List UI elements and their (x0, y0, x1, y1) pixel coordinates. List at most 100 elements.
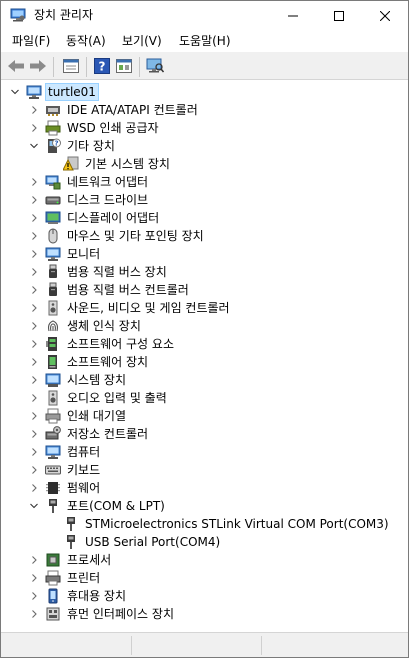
maximize-button[interactable] (316, 1, 362, 30)
tree-item-label[interactable]: 펌웨어 (67, 479, 100, 497)
properties-button[interactable] (61, 57, 81, 77)
tree-category-row[interactable]: ? 기타 장치 (1, 137, 408, 155)
expand-chevron-icon[interactable] (28, 209, 40, 227)
tree-item-label[interactable]: 모니터 (67, 245, 100, 263)
tree-item-label[interactable]: USB Serial Port(COM4) (85, 533, 220, 551)
expand-chevron-icon[interactable] (28, 605, 40, 623)
expand-chevron-icon[interactable] (28, 389, 40, 407)
expand-chevron-icon[interactable] (28, 569, 40, 587)
tree-item-label[interactable]: 프린터 (67, 569, 100, 587)
tree-item-label[interactable]: 휴대용 장치 (67, 587, 126, 605)
tree-item-label[interactable]: 시스템 장치 (67, 371, 126, 389)
tree-category-row[interactable]: 생체 인식 장치 (1, 317, 408, 335)
menu-help[interactable]: 도움말(H) (177, 32, 233, 50)
tree-item-label[interactable]: 인쇄 대기열 (67, 407, 126, 425)
tree-item-label[interactable]: 컴퓨터 (67, 443, 100, 461)
tree-category-row[interactable]: 범용 직렬 버스 컨트롤러 (1, 281, 408, 299)
tree-item-label[interactable]: 사운드, 비디오 및 게임 컨트롤러 (67, 299, 230, 317)
tree-category-row[interactable]: 휴먼 인터페이스 장치 (1, 605, 408, 623)
tree-item-label[interactable]: WSD 인쇄 공급자 (67, 119, 159, 137)
tree-category-row[interactable]: 모니터 (1, 245, 408, 263)
expand-chevron-icon[interactable] (28, 443, 40, 461)
forward-button[interactable] (28, 57, 48, 77)
tree-root-row[interactable]: turtle01 (1, 83, 408, 101)
tree-item-label[interactable]: 디스크 드라이브 (67, 191, 148, 209)
expand-chevron-icon[interactable] (28, 317, 40, 335)
expand-chevron-icon[interactable] (28, 227, 40, 245)
tree-category-row[interactable]: 마우스 및 기타 포인팅 장치 (1, 227, 408, 245)
tree-category-row[interactable]: WSD 인쇄 공급자 (1, 119, 408, 137)
tree-item-label[interactable]: 기타 장치 (67, 137, 115, 155)
tree-category-row[interactable]: 범용 직렬 버스 장치 (1, 263, 408, 281)
tree-category-row[interactable]: 소프트웨어 구성 요소 (1, 335, 408, 353)
expand-chevron-icon[interactable] (28, 479, 40, 497)
collapse-chevron-icon[interactable] (28, 497, 40, 515)
tree-item-label[interactable]: 오디오 입력 및 출력 (67, 389, 167, 407)
help-button[interactable]: ? (92, 57, 112, 77)
tree-category-row[interactable]: 인쇄 대기열 (1, 407, 408, 425)
tree-root-label[interactable]: turtle01 (45, 83, 99, 101)
expand-chevron-icon[interactable] (28, 281, 40, 299)
tree-item-label[interactable]: 프로세서 (67, 551, 111, 569)
tree-item-label[interactable]: 생체 인식 장치 (67, 317, 141, 335)
tree-category-row[interactable]: 휴대용 장치 (1, 587, 408, 605)
tree-device-row[interactable]: STMicroelectronics STLink Virtual COM Po… (1, 515, 408, 533)
tree-category-row[interactable]: 프린터 (1, 569, 408, 587)
tree-category-row[interactable]: 포트(COM & LPT) (1, 497, 408, 515)
tree-item-label[interactable]: 포트(COM & LPT) (67, 497, 165, 515)
expand-chevron-icon[interactable] (28, 587, 40, 605)
update-driver-button[interactable] (114, 57, 134, 77)
tree-item-label[interactable]: 네트워크 어댑터 (67, 173, 148, 191)
tree-category-row[interactable]: 네트워크 어댑터 (1, 173, 408, 191)
menu-action[interactable]: 동작(A) (64, 32, 108, 50)
collapse-chevron-icon[interactable] (28, 137, 40, 155)
expand-chevron-icon[interactable] (28, 101, 40, 119)
tree-item-label[interactable]: 기본 시스템 장치 (85, 155, 170, 173)
tree-category-row[interactable]: 오디오 입력 및 출력 (1, 389, 408, 407)
tree-item-label[interactable]: 키보드 (67, 461, 100, 479)
collapse-chevron-icon[interactable] (9, 83, 21, 101)
tree-category-row[interactable]: 저장소 컨트롤러 (1, 425, 408, 443)
tree-category-row[interactable]: 시스템 장치 (1, 371, 408, 389)
tree-category-row[interactable]: 펌웨어 (1, 479, 408, 497)
tree-device-row[interactable]: 기본 시스템 장치 (1, 155, 408, 173)
title-bar[interactable]: 장치 관리자 (1, 1, 408, 30)
expand-chevron-icon[interactable] (28, 299, 40, 317)
tree-category-row[interactable]: 컴퓨터 (1, 443, 408, 461)
menu-file[interactable]: 파일(F) (10, 32, 52, 50)
expand-chevron-icon[interactable] (28, 119, 40, 137)
tree-item-label[interactable]: 저장소 컨트롤러 (67, 425, 148, 443)
tree-item-label[interactable]: STMicroelectronics STLink Virtual COM Po… (85, 515, 389, 533)
expand-chevron-icon[interactable] (28, 371, 40, 389)
minimize-button[interactable] (270, 1, 316, 30)
tree-item-label[interactable]: 소프트웨어 장치 (67, 353, 148, 371)
tree-category-row[interactable]: 사운드, 비디오 및 게임 컨트롤러 (1, 299, 408, 317)
tree-item-label[interactable]: 소프트웨어 구성 요소 (67, 335, 174, 353)
expand-chevron-icon[interactable] (28, 245, 40, 263)
tree-item-label[interactable]: 디스플레이 어댑터 (67, 209, 159, 227)
expand-chevron-icon[interactable] (28, 263, 40, 281)
device-tree[interactable]: turtle01 IDE ATA/ATAPI 컨트롤러 WSD 인쇄 공급자? 기타… (1, 81, 408, 631)
expand-chevron-icon[interactable] (28, 407, 40, 425)
scan-hardware-button[interactable] (145, 57, 165, 77)
menu-view[interactable]: 보기(V) (120, 32, 164, 50)
tree-category-row[interactable]: IDE ATA/ATAPI 컨트롤러 (1, 101, 408, 119)
tree-device-row[interactable]: USB Serial Port(COM4) (1, 533, 408, 551)
tree-category-row[interactable]: 소프트웨어 장치 (1, 353, 408, 371)
expand-chevron-icon[interactable] (28, 335, 40, 353)
expand-chevron-icon[interactable] (28, 191, 40, 209)
tree-item-label[interactable]: 휴먼 인터페이스 장치 (67, 605, 174, 623)
expand-chevron-icon[interactable] (28, 173, 40, 191)
back-button[interactable] (6, 57, 26, 77)
tree-category-row[interactable]: 디스플레이 어댑터 (1, 209, 408, 227)
close-button[interactable] (362, 1, 408, 30)
expand-chevron-icon[interactable] (28, 551, 40, 569)
tree-item-label[interactable]: 마우스 및 기타 포인팅 장치 (67, 227, 204, 245)
expand-chevron-icon[interactable] (28, 353, 40, 371)
tree-item-label[interactable]: IDE ATA/ATAPI 컨트롤러 (67, 101, 198, 119)
tree-category-row[interactable]: 키보드 (1, 461, 408, 479)
tree-category-row[interactable]: 프로세서 (1, 551, 408, 569)
tree-category-row[interactable]: 디스크 드라이브 (1, 191, 408, 209)
expand-chevron-icon[interactable] (28, 461, 40, 479)
expand-chevron-icon[interactable] (28, 425, 40, 443)
